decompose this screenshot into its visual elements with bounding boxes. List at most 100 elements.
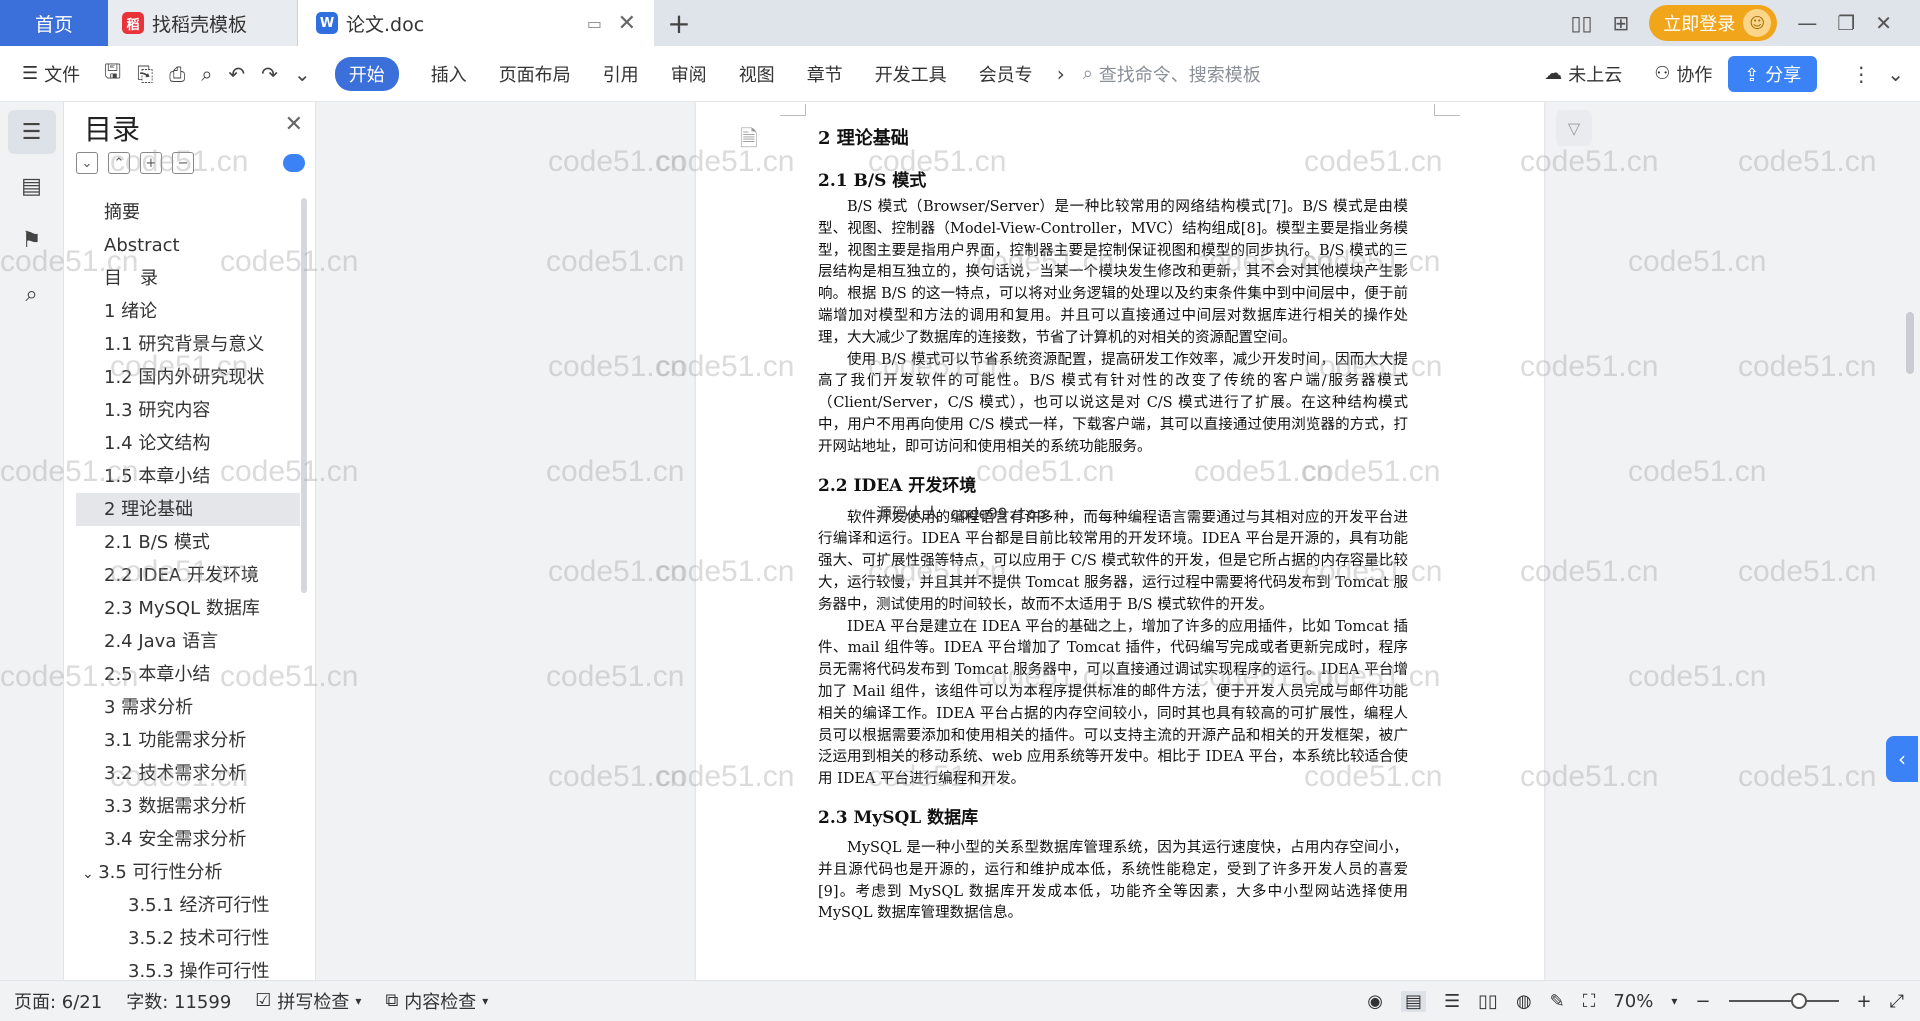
toc-title: 目录 [84,113,141,146]
toc-item[interactable]: 2.1 B/S 模式 [76,526,300,559]
toc-item[interactable]: 1.4 论文结构 [76,427,300,460]
window-close-icon[interactable]: ✕ [1875,11,1892,35]
share-button[interactable]: ⇪ 分享 [1728,55,1818,92]
toc-item[interactable]: 2.4 Java 语言 [76,625,300,658]
spell-check-button[interactable]: ☑ 拼写检查 ▾ [255,988,361,1014]
restore-icon[interactable]: ❐ [1837,11,1855,35]
layout-icon[interactable]: ▯▯ [1571,11,1593,35]
document-page[interactable]: 🗎 2 理论基础 2.1 B/S 模式 B/S 模式（Browser/Serve… [696,102,1544,980]
zoom-out-icon[interactable]: − [1695,991,1710,1012]
toc-item[interactable]: 目 录 [76,262,300,295]
chevron-down-icon[interactable]: ⌄ [82,866,98,882]
toc-item[interactable]: 3.2 技术需求分析 [76,757,300,790]
tab-start[interactable]: 开始 [334,56,399,91]
scroll-thumb[interactable] [1906,312,1914,374]
login-button[interactable]: 立即登录 ☺ [1649,5,1778,41]
save-icon[interactable]: 🖫 [104,57,121,91]
toc-item[interactable]: 3.4 安全需求分析 [76,823,300,856]
toc-item[interactable]: 2.2 IDEA 开发环境 [76,559,300,592]
collapse-ribbon-icon[interactable]: ⌄ [1887,62,1904,86]
vertical-scrollbar[interactable] [1900,102,1920,980]
toc-item[interactable]: 3.5.2 技术可行性 [76,922,300,955]
tab-page-layout[interactable]: 页面布局 [499,61,571,87]
outline-icon[interactable]: ☰ [7,110,56,154]
zoom-in-icon[interactable]: + [1857,991,1872,1012]
undo-icon[interactable]: ↶ [228,62,245,86]
tab-references[interactable]: 引用 [603,61,639,87]
toc-item[interactable]: 1 绪论 [76,295,300,328]
tab-developer[interactable]: 开发工具 [875,61,947,87]
toc-item[interactable]: 3.5.1 经济可行性 [76,889,300,922]
toc-scrollbar[interactable] [301,198,307,593]
user-add-icon: ⚇ [1654,63,1671,84]
toc-item[interactable]: 1.2 国内外研究现状 [76,361,300,394]
tab-document[interactable]: W 论文.doc ▭ ✕ [298,0,654,46]
chevron-right-icon[interactable]: › [1057,62,1065,86]
paragraph-menu-icon[interactable]: 🗎 [740,122,758,160]
toc-smart-toggle[interactable] [283,154,305,172]
content-check-button[interactable]: ⧉ 内容检查 ▾ [385,988,488,1014]
tab-insert[interactable]: 插入 [431,61,467,87]
toc-item[interactable]: 3.5.3 操作可行性 [76,955,300,980]
more-icon[interactable]: ⋮ [1851,62,1871,86]
page-view-icon[interactable]: ▤ [1400,990,1426,1012]
filter-icon[interactable]: ▽ [1556,110,1592,146]
apps-grid-icon[interactable]: ⊞ [1613,11,1630,35]
minimize-icon[interactable]: — [1797,11,1817,35]
toc-item[interactable]: 1.1 研究背景与意义 [76,328,300,361]
word-count[interactable]: 字数: 11599 [126,988,231,1014]
add-heading-icon[interactable]: + [140,152,162,174]
fit-page-icon[interactable]: ⛶ [1583,991,1596,1012]
chevron-down-icon[interactable]: ⌄ [294,62,311,86]
toc-item[interactable]: 3.1 功能需求分析 [76,724,300,757]
zoom-slider-knob[interactable] [1790,993,1807,1009]
fullscreen-icon[interactable]: ⤢ [1890,991,1904,1012]
toc-item-label: 3 需求分析 [104,697,194,718]
toc-item[interactable]: 2 理论基础 [76,493,300,526]
tab-template[interactable]: 稻 找稻壳模板 [108,0,298,46]
eye-protect-icon[interactable]: ◉ [1367,991,1383,1012]
toc-item[interactable]: 3 需求分析 [76,691,300,724]
reading-view-icon[interactable]: ▯▯ [1478,991,1498,1012]
toc-item[interactable]: Abstract [76,229,300,262]
tab-view[interactable]: 视图 [739,61,775,87]
side-panel-toggle-icon[interactable]: ‹ [1886,736,1918,782]
toc-item[interactable]: 3.3 数据需求分析 [76,790,300,823]
print-preview-icon[interactable]: ⌕ [201,62,212,86]
close-tab-icon[interactable]: ✕ [618,11,636,36]
find-icon[interactable]: ⌕ [8,272,56,316]
toc-close-icon[interactable]: ✕ [285,112,303,137]
caret-down-icon: ▾ [482,993,489,1008]
redo-icon[interactable]: ↷ [261,62,278,86]
caret-down-icon[interactable]: ▾ [1671,994,1677,1008]
web-view-icon[interactable]: ◍ [1516,991,1532,1012]
file-menu[interactable]: ☰ 文件 [22,61,80,87]
toc-item[interactable]: 1.3 研究内容 [76,394,300,427]
checkbox-icon: ☑ [255,990,272,1011]
tab-chapter[interactable]: 章节 [807,61,843,87]
toc-item[interactable]: 1.5 本章小结 [76,460,300,493]
bookmark-icon[interactable]: ⚑ [8,218,56,262]
print-icon[interactable]: ⎙ [169,62,185,86]
zoom-level[interactable]: 70% [1613,991,1653,1012]
cloud-status[interactable]: ☁ 未上云 [1544,61,1622,87]
toc-item[interactable]: ⌄ 3.5 可行性分析 [76,856,300,889]
collab-button[interactable]: ⚇ 协作 [1654,61,1712,87]
toc-item[interactable]: 2.5 本章小结 [76,658,300,691]
chapter-nav-icon[interactable]: ▤ [8,164,56,208]
tab-review[interactable]: 审阅 [671,61,707,87]
zoom-slider[interactable] [1728,993,1839,1009]
toc-item[interactable]: 摘要 [76,196,300,229]
command-search[interactable]: ⌕ 查找命令、搜索模板 [1083,61,1261,87]
write-view-icon[interactable]: ✎ [1550,991,1565,1012]
monitor-icon[interactable]: ▭ [587,14,602,33]
expand-all-icon[interactable]: ⌄ [76,152,98,174]
collapse-all-icon[interactable]: ⌃ [108,152,130,174]
tab-member[interactable]: 会员专 [979,61,1033,87]
toc-item[interactable]: 2.3 MySQL 数据库 [76,592,300,625]
tab-home[interactable]: 首页 [0,0,108,46]
export-icon[interactable]: ⎘ [137,62,153,86]
outline-view-icon[interactable]: ☰ [1444,991,1460,1012]
remove-heading-icon[interactable]: − [172,152,194,174]
new-tab-button[interactable]: + [654,0,704,46]
